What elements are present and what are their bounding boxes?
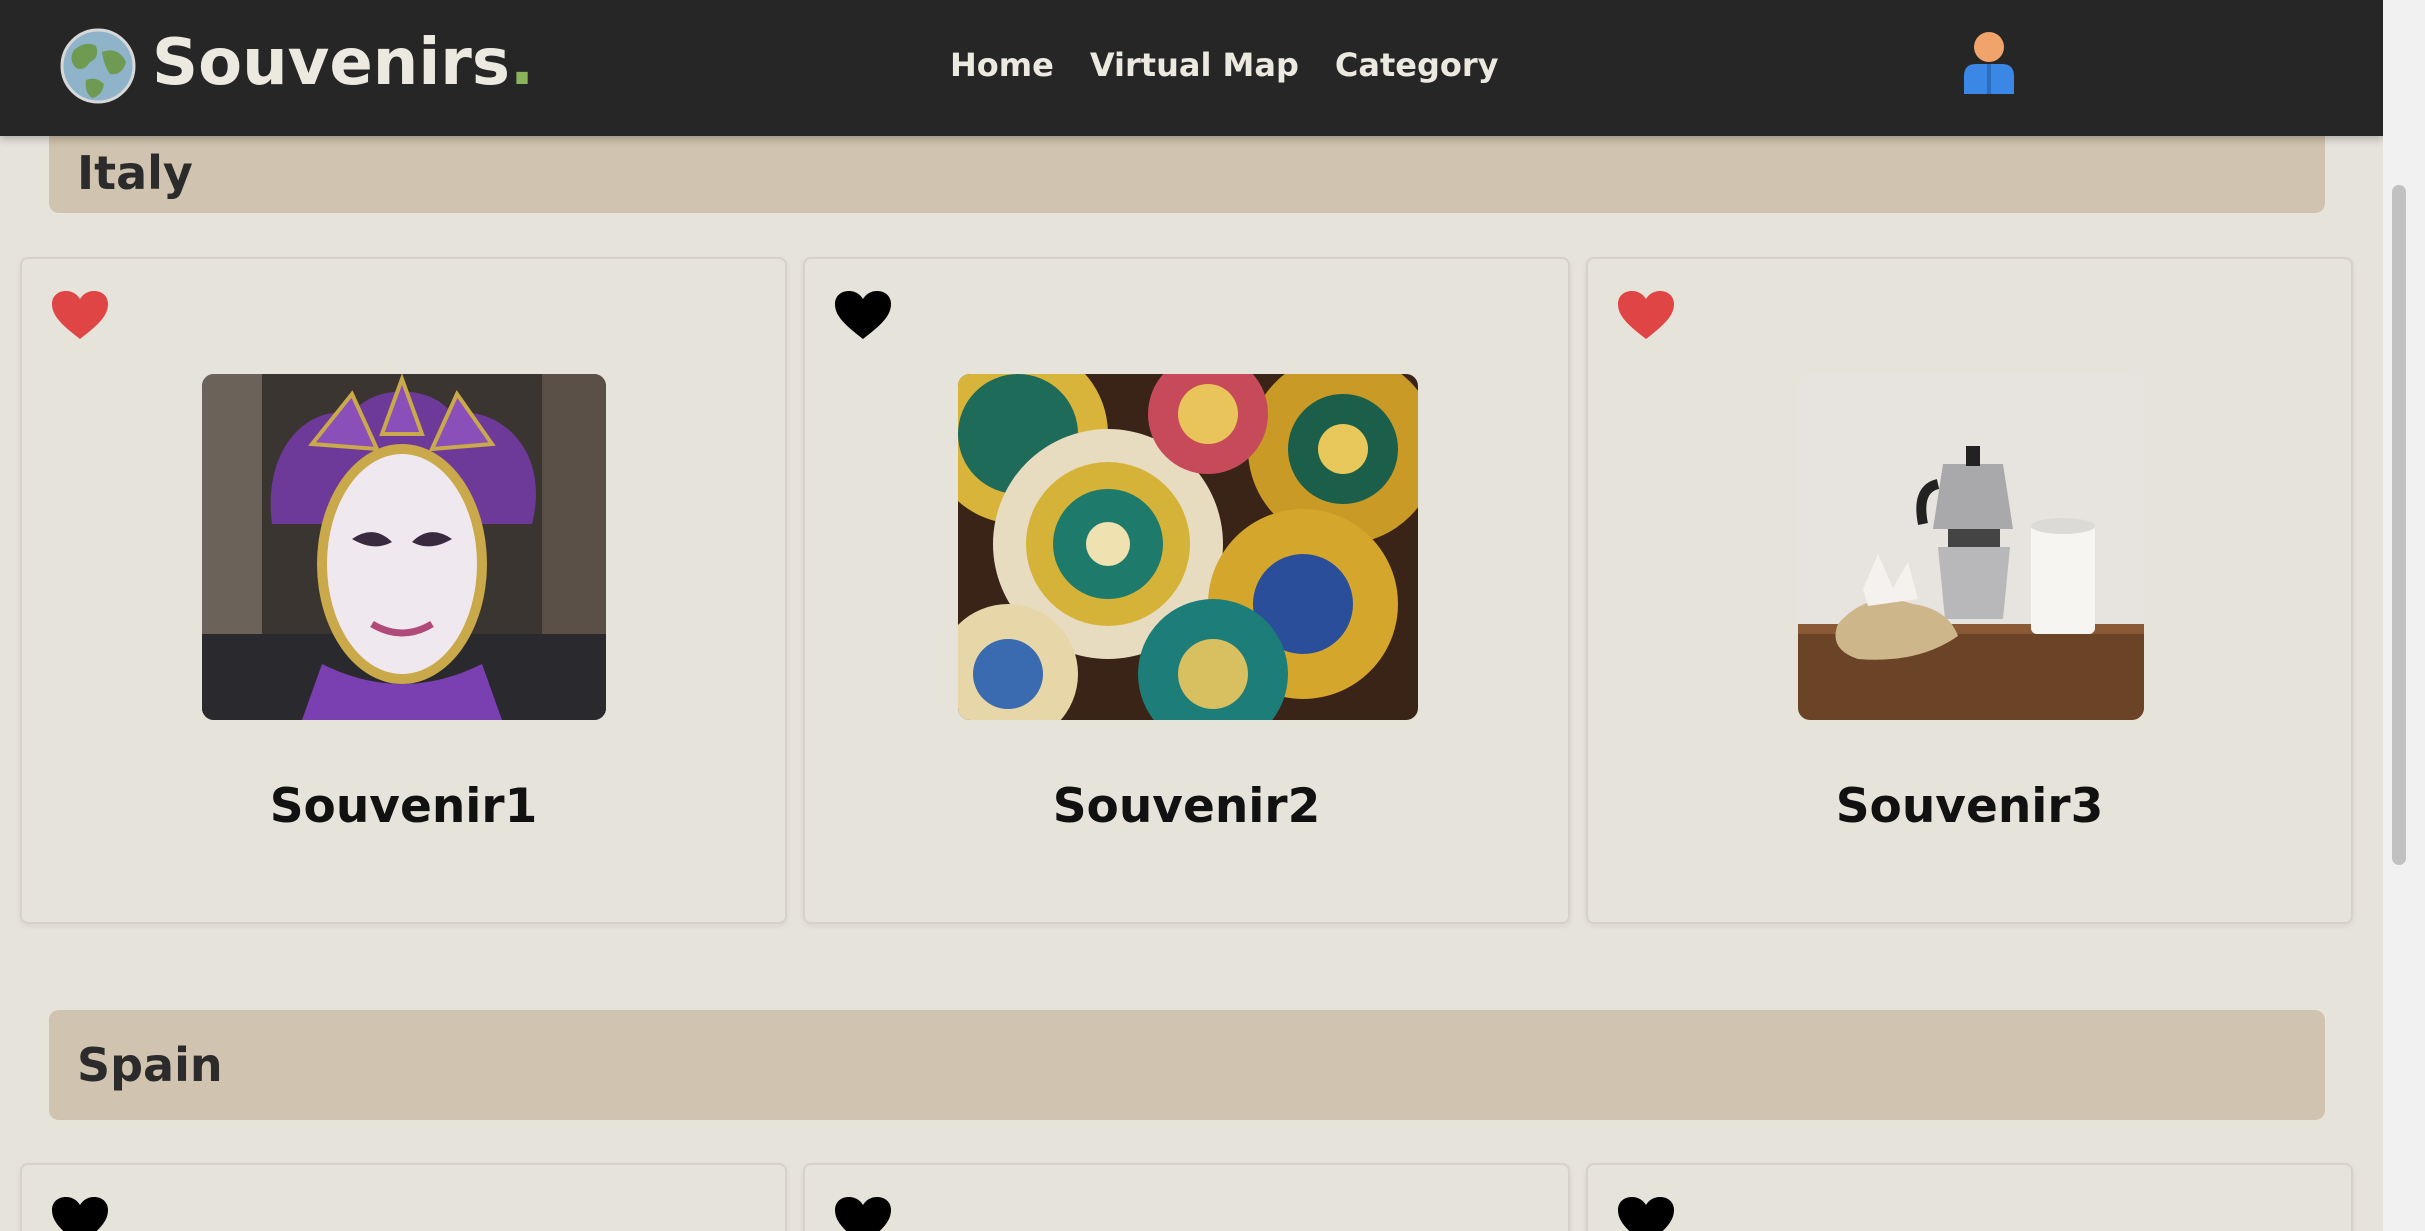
souvenir-image-mask[interactable] bbox=[202, 374, 606, 720]
section-title: Spain bbox=[77, 1038, 223, 1092]
brand-logo[interactable]: Souvenirs. bbox=[152, 26, 534, 100]
souvenir-card[interactable] bbox=[803, 1163, 1570, 1231]
souvenir-card[interactable]: Souvenir2 bbox=[803, 257, 1570, 924]
heart-icon[interactable] bbox=[833, 1195, 893, 1231]
souvenir-card[interactable] bbox=[20, 1163, 787, 1231]
navbar: Souvenirs. Home Virtual Map Category bbox=[0, 0, 2383, 136]
heart-icon[interactable] bbox=[1616, 1195, 1676, 1231]
page: Italy Souvenir1 Souvenir2 Souvenir3 Spai… bbox=[0, 0, 2383, 1231]
souvenir-name[interactable]: Souvenir2 bbox=[805, 779, 1568, 834]
souvenir-image-moka[interactable] bbox=[1798, 374, 2144, 720]
heart-icon[interactable] bbox=[1616, 289, 1676, 341]
nav-home[interactable]: Home bbox=[950, 46, 1054, 84]
heart-icon[interactable] bbox=[50, 1195, 110, 1231]
section-header-spain: Spain bbox=[49, 1010, 2325, 1120]
heart-icon[interactable] bbox=[833, 289, 893, 341]
section-title: Italy bbox=[77, 145, 193, 200]
souvenir-card[interactable]: Souvenir1 bbox=[20, 257, 787, 924]
globe-icon[interactable] bbox=[60, 28, 136, 104]
user-icon[interactable] bbox=[1960, 30, 2018, 94]
souvenir-card[interactable]: Souvenir3 bbox=[1586, 257, 2353, 924]
souvenir-name[interactable]: Souvenir1 bbox=[22, 779, 785, 834]
nav-category[interactable]: Category bbox=[1335, 46, 1499, 84]
heart-icon[interactable] bbox=[50, 289, 110, 341]
scrollbar-thumb[interactable] bbox=[2392, 185, 2406, 865]
nav-links: Home Virtual Map Category bbox=[950, 46, 1499, 84]
souvenir-image-ceramics[interactable] bbox=[958, 374, 1418, 720]
nav-virtual-map[interactable]: Virtual Map bbox=[1090, 46, 1299, 84]
souvenir-card[interactable] bbox=[1586, 1163, 2353, 1231]
souvenir-name[interactable]: Souvenir3 bbox=[1588, 779, 2351, 834]
